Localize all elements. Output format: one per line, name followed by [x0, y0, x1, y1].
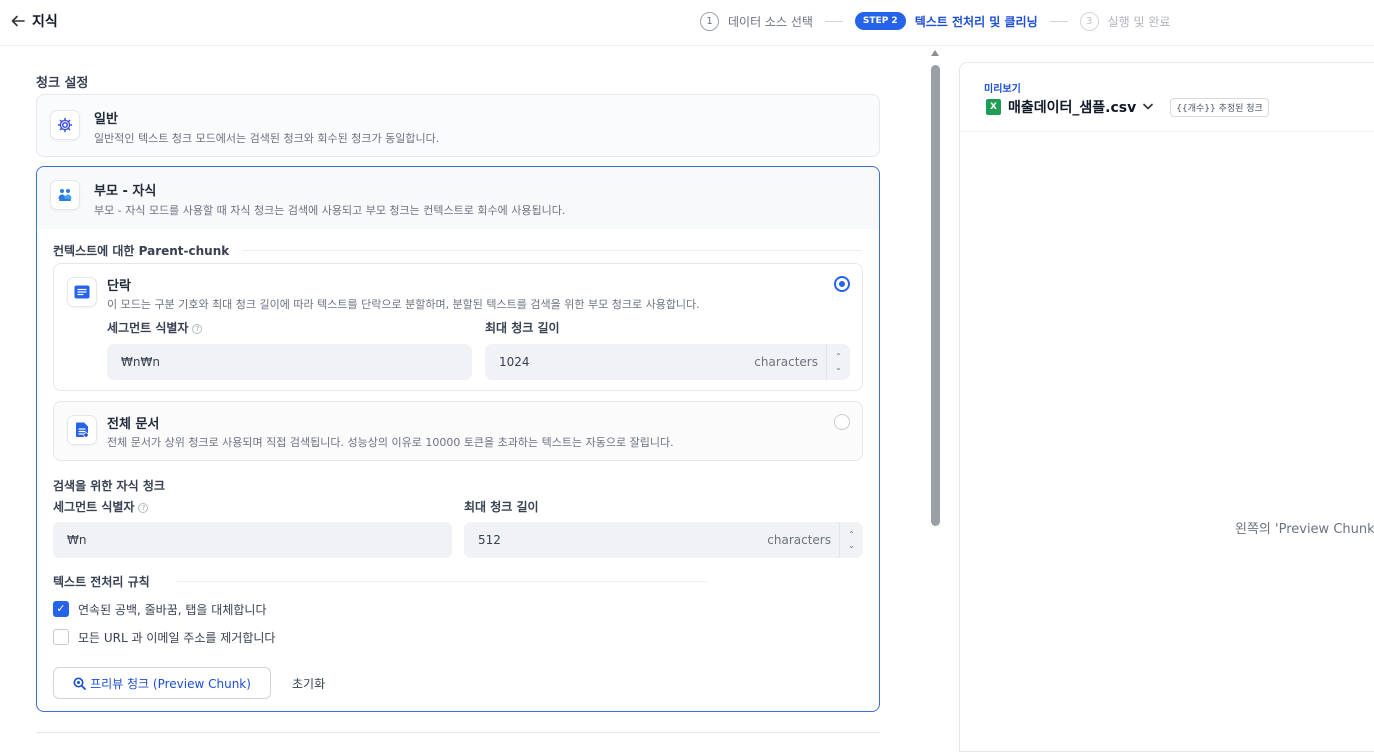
- full-document-description: 전체 문서가 상위 청크로 사용되며 직접 검색됩니다. 성능상의 이유로 10…: [107, 436, 674, 449]
- stepper-down-icon[interactable]: ⌄: [835, 362, 842, 373]
- replace-whitespace-checkbox[interactable]: ✓: [53, 601, 69, 617]
- child-max-length-label: 최대 청크 길이: [464, 500, 539, 514]
- estimated-chunks-badge: {{개수}} 추정된 청크: [1170, 97, 1269, 117]
- child-segment-label: 세그먼트 식별자?: [53, 498, 149, 515]
- parent-child-title: 부모 - 자식: [94, 184, 157, 199]
- general-mode-card[interactable]: 일반 일반적인 텍스트 청크 모드에서는 검색된 청크와 회수된 청크가 동일합…: [36, 94, 880, 157]
- step-separator: [1049, 20, 1068, 22]
- excel-file-icon: X: [986, 99, 1001, 115]
- stepper-up-icon[interactable]: ⌃: [835, 351, 842, 362]
- step-3-label: 실행 및 완료: [1107, 14, 1171, 29]
- number-stepper[interactable]: ⌃ ⌄: [826, 344, 850, 380]
- general-description: 일반적인 텍스트 청크 모드에서는 검색된 청크와 회수된 청크가 동일합니다.: [94, 132, 440, 145]
- paragraph-title: 단락: [107, 279, 131, 294]
- scrollbar-thumb[interactable]: [931, 65, 940, 526]
- preview-chunk-button[interactable]: 프리뷰 청크 (Preview Chunk): [53, 667, 271, 699]
- file-name: 매출데이터_샘플.csv: [1008, 100, 1137, 116]
- help-icon[interactable]: ?: [138, 502, 149, 513]
- reset-button[interactable]: 초기화: [292, 667, 325, 699]
- step-separator: [824, 20, 843, 22]
- step-1-number: 1: [700, 11, 719, 31]
- preview-panel: 미리보기 X 매출데이터_샘플.csv {{개수}} 추정된 청크 왼쪽의 'P…: [959, 62, 1374, 752]
- chunk-settings-title: 청크 설정: [36, 76, 89, 91]
- unit-label: characters: [754, 355, 818, 369]
- full-document-radio[interactable]: [834, 414, 850, 430]
- file-selector[interactable]: X 매출데이터_샘플.csv {{개수}} 추정된 청크: [986, 97, 1269, 117]
- replace-whitespace-label: 연속된 공백, 줄바꿈, 탭을 대체합니다: [78, 603, 267, 617]
- gear-icon: [50, 110, 80, 140]
- parent-child-header: 부모 - 자식 부모 - 자식 모드를 사용할 때 자식 청크는 검색에 사용되…: [37, 167, 879, 229]
- number-stepper[interactable]: ⌃ ⌄: [839, 522, 863, 558]
- parent-max-length-input[interactable]: 1024 characters ⌃ ⌄: [485, 344, 850, 380]
- paragraph-radio[interactable]: [834, 276, 850, 292]
- max-chunk-length-label: 최대 청크 길이: [485, 321, 560, 335]
- search-icon: [73, 677, 86, 690]
- step-indicator: 1 데이터 소스 선택 STEP 2 텍스트 전처리 및 클리닝 3 실행 및 …: [700, 9, 1170, 33]
- chevron-down-icon[interactable]: [1143, 102, 1154, 113]
- preview-empty-message: 왼쪽의 'Preview Chunk: [1235, 522, 1374, 537]
- step-1-label: 데이터 소스 선택: [728, 14, 813, 29]
- child-max-length-input[interactable]: 512 characters ⌃ ⌄: [464, 522, 863, 558]
- stepper-up-icon[interactable]: ⌃: [848, 529, 855, 540]
- help-icon[interactable]: ?: [192, 323, 203, 334]
- divider: [960, 131, 1374, 132]
- child-chunk-heading: 검색을 위한 자식 청크: [53, 479, 165, 493]
- stepper-down-icon[interactable]: ⌄: [848, 540, 855, 551]
- divider: [177, 581, 707, 582]
- preview-caption: 미리보기: [984, 84, 1021, 95]
- full-document-option[interactable]: 전체 문서 전체 문서가 상위 청크로 사용되며 직접 검색됩니다. 성능상의 …: [53, 401, 863, 461]
- full-document-title: 전체 문서: [107, 417, 160, 432]
- remove-urls-checkbox[interactable]: [53, 629, 69, 645]
- divider: [36, 732, 880, 733]
- step-2-pill: STEP 2: [854, 12, 906, 30]
- divider: [242, 250, 862, 251]
- back-arrow-icon[interactable]: [6, 9, 30, 33]
- unit-label: characters: [767, 533, 831, 547]
- parent-chunk-heading: 컨텍스트에 대한 Parent-chunk: [53, 244, 230, 258]
- step-3-number: 3: [1079, 11, 1099, 31]
- parent-segment-input[interactable]: ₩n₩n: [107, 344, 472, 380]
- scroll-up-arrow-icon[interactable]: [931, 50, 939, 56]
- child-max-length-value: 512: [478, 533, 501, 547]
- paragraph-option[interactable]: 단락 이 모드는 구분 기호와 최대 청크 길이에 따라 텍스트를 단락으로 분…: [53, 263, 863, 391]
- document-icon: [67, 415, 97, 445]
- preprocessing-rules-heading: 텍스트 전처리 규칙: [53, 575, 150, 589]
- segment-identifier-label: 세그먼트 식별자?: [107, 319, 203, 336]
- paragraph-icon: [67, 277, 97, 307]
- paragraph-description: 이 모드는 구분 기호와 최대 청크 길이에 따라 텍스트를 단락으로 분할하며…: [107, 298, 700, 311]
- remove-urls-label: 모든 URL 과 이메일 주소를 제거합니다: [78, 631, 276, 645]
- child-segment-input[interactable]: ₩n: [53, 522, 452, 558]
- parent-child-mode-card[interactable]: 부모 - 자식 부모 - 자식 모드를 사용할 때 자식 청크는 검색에 사용되…: [36, 166, 880, 712]
- page-title: 지식: [32, 14, 58, 30]
- parent-child-icon: [50, 180, 80, 210]
- preview-chunk-label: 프리뷰 청크 (Preview Chunk): [90, 676, 251, 691]
- step-2-label: 텍스트 전처리 및 클리닝: [914, 14, 1038, 29]
- parent-child-description: 부모 - 자식 모드를 사용할 때 자식 청크는 검색에 사용되고 부모 청크는…: [94, 204, 566, 217]
- top-bar: 지식 1 데이터 소스 선택 STEP 2 텍스트 전처리 및 클리닝 3 실행…: [0, 0, 1374, 46]
- general-title: 일반: [94, 112, 118, 127]
- parent-max-length-value: 1024: [499, 355, 530, 369]
